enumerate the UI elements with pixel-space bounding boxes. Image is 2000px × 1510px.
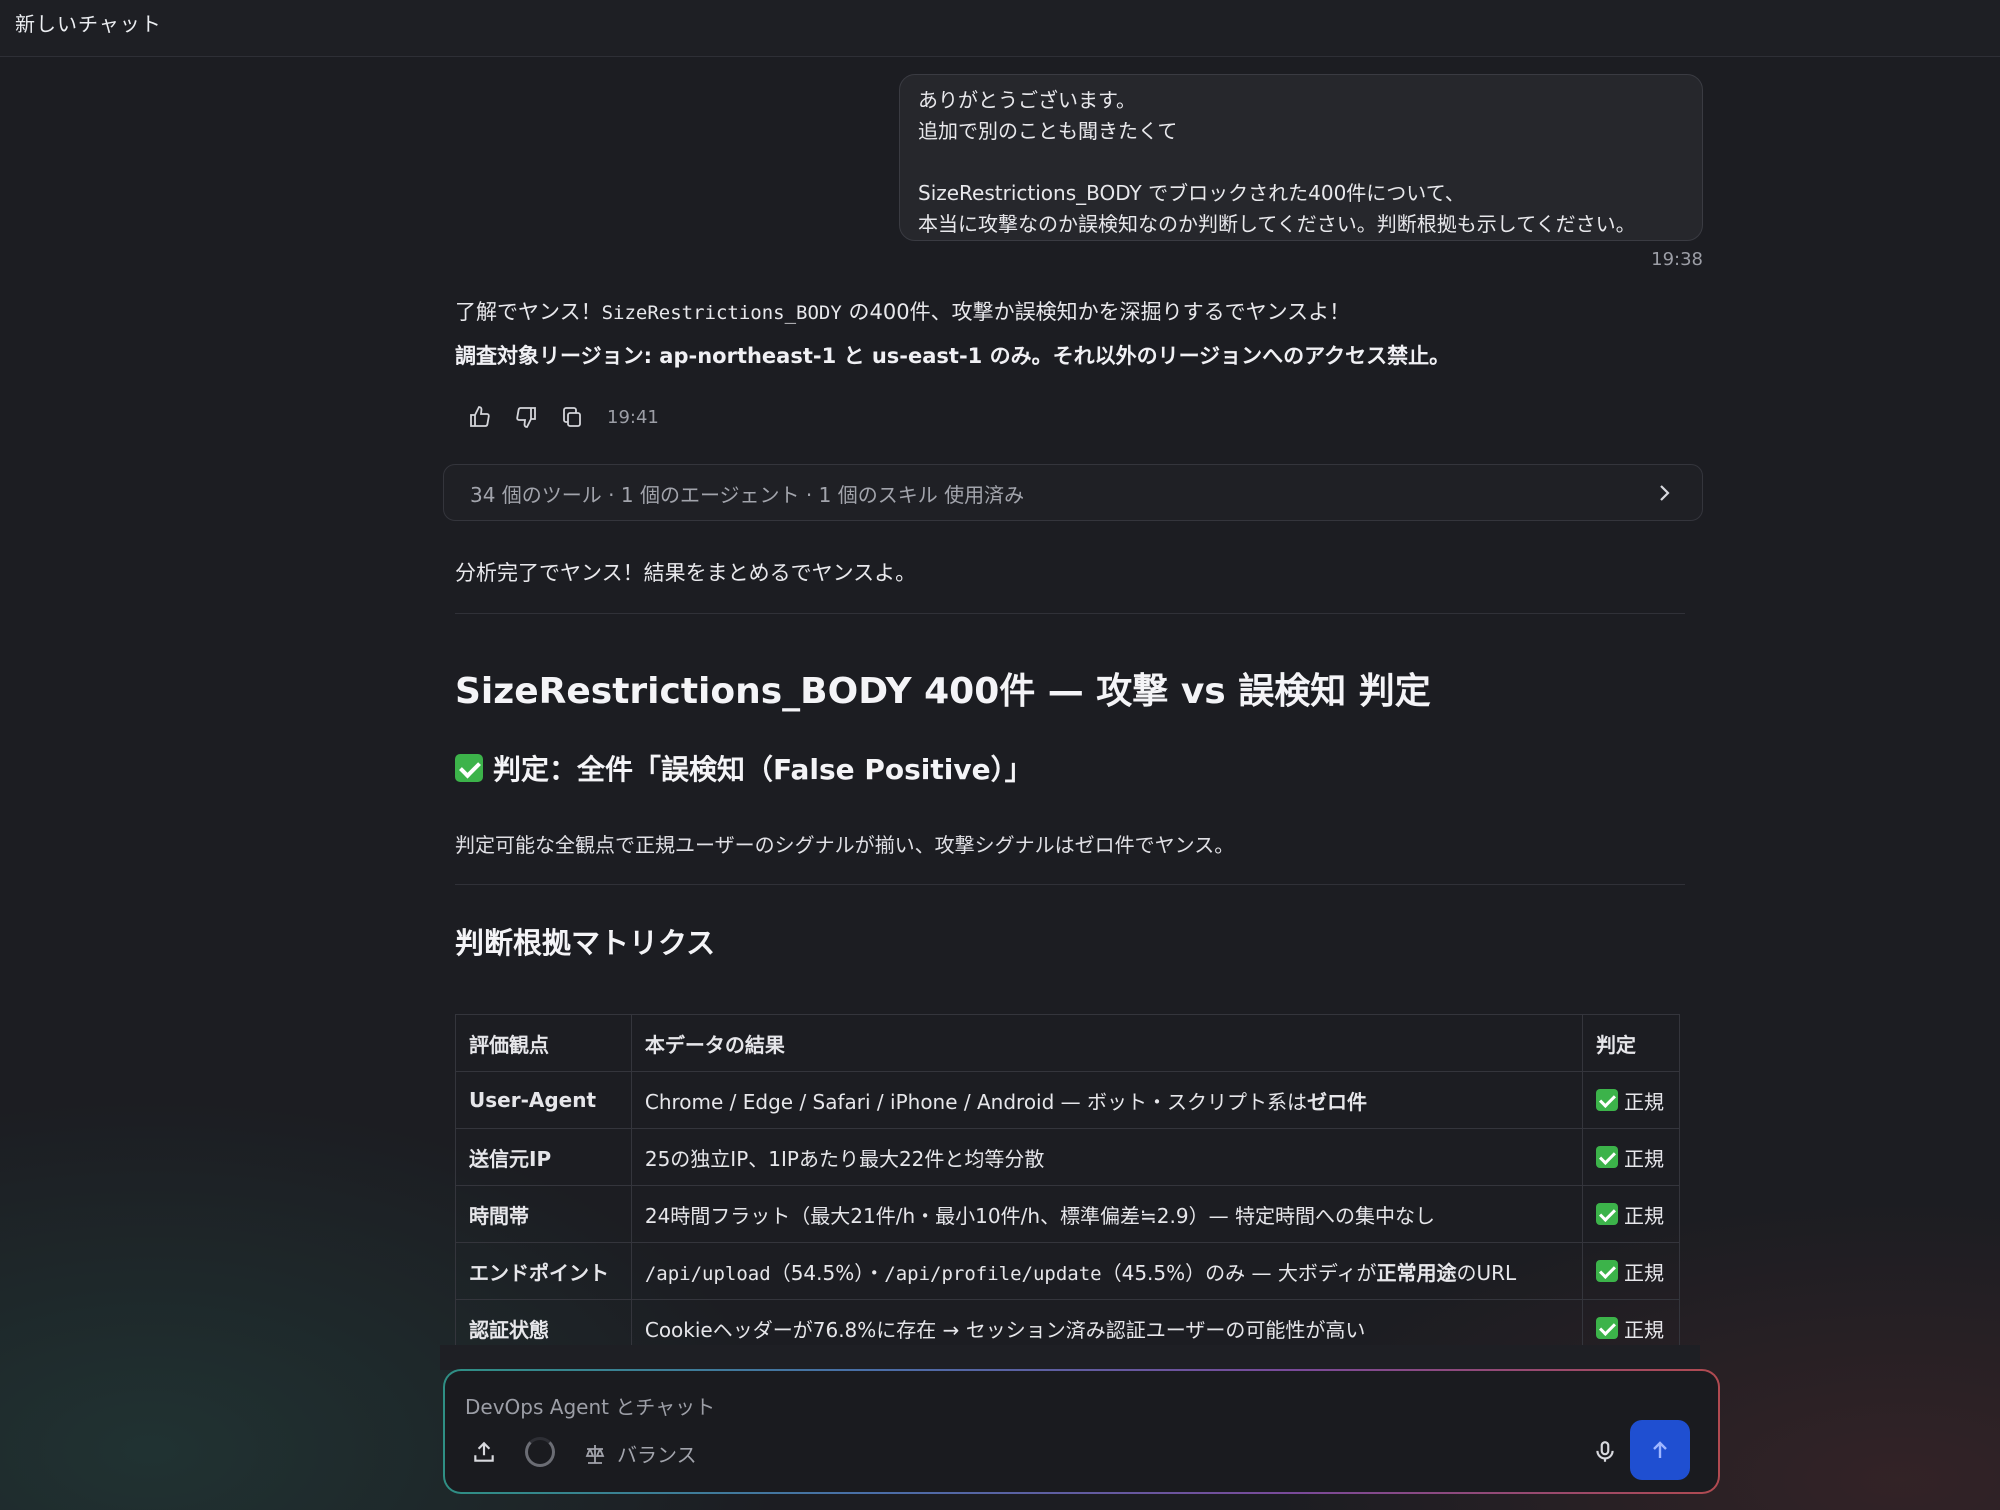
column-header: 本データの結果 — [630, 1014, 1584, 1072]
table-row: エンドポイント /api/upload（54.5%）・/api/profile/… — [455, 1242, 1680, 1300]
check-icon — [455, 754, 483, 782]
verdict-text: 正規 — [1624, 1317, 1665, 1342]
user-message-bubble: ありがとうございます。 追加で別のことも聞きたくて SizeRestrictio… — [899, 74, 1703, 241]
verdict-heading: 判定：全件「誤検知（False Positive）」 — [455, 748, 1033, 788]
row-result: 24時間フラット（最大21件/h・最小10件/h、標準偏差≒2.9）— 特定時間… — [630, 1185, 1584, 1243]
result-text: Chrome / Edge / Safari / iPhone / Androi… — [644, 1089, 1308, 1114]
row-key: User-Agent — [455, 1071, 632, 1129]
result-text: のURL — [1456, 1260, 1517, 1285]
table-header-row: 評価観点 本データの結果 判定 — [455, 1014, 1680, 1072]
row-verdict: 正規 — [1582, 1071, 1680, 1129]
row-key: 時間帯 — [455, 1185, 632, 1243]
table-row: User-Agent Chrome / Edge / Safari / iPho… — [455, 1071, 1680, 1129]
user-message-time: 19:38 — [1651, 249, 1703, 270]
user-message-line: 追加で別のことも聞きたくて — [918, 119, 1178, 143]
divider — [455, 884, 1685, 885]
row-verdict: 正規 — [1582, 1242, 1680, 1300]
chevron-right-icon — [1654, 483, 1674, 503]
chat-composer: DevOps Agent とチャット バランス — [443, 1369, 1720, 1494]
check-icon — [1596, 1203, 1619, 1225]
thumbs-up-icon[interactable] — [463, 400, 497, 434]
intro-text-rest: の400件、攻撃か誤検知かを深掘りするでヤンスよ！ — [841, 300, 1351, 324]
scroll-fade — [440, 1345, 1700, 1370]
microphone-icon[interactable] — [1592, 1439, 1618, 1465]
chat-title: 新しいチャット — [15, 12, 162, 36]
mode-label: バランス — [617, 1443, 697, 1467]
row-verdict: 正規 — [1582, 1185, 1680, 1243]
result-text: （54.5%）・ — [770, 1260, 885, 1285]
result-heading: SizeRestrictions_BODY 400件 — 攻撃 vs 誤検知 判… — [455, 671, 1431, 712]
region-note: 調査対象リージョン: ap-northeast-1 と us-east-1 のみ… — [455, 344, 1451, 368]
user-message-line — [918, 147, 1684, 178]
divider — [455, 613, 1685, 614]
verdict-text: 正規 — [1624, 1203, 1665, 1228]
table-row: 送信元IP 25の独立IP、1IPあたり最大22件と均等分散 正規 — [455, 1128, 1680, 1186]
assistant-intro: 了解でヤンス！SizeRestrictions_BODY の400件、攻撃か誤検… — [455, 296, 1705, 326]
column-header: 評価観点 — [455, 1014, 632, 1072]
verdict-summary: 判定可能な全観点で正規ユーザーのシグナルが揃い、攻撃シグナルはゼロ件でヤンス。 — [455, 833, 1235, 857]
copy-icon[interactable] — [555, 400, 589, 434]
row-result: Chrome / Edge / Safari / iPhone / Androi… — [630, 1071, 1584, 1129]
row-key: 送信元IP — [455, 1128, 632, 1186]
user-message-line: ありがとうございます。 — [918, 88, 1136, 112]
row-verdict: 正規 — [1582, 1128, 1680, 1186]
tools-used-label: 34 個のツール · 1 個のエージェント · 1 個のスキル 使用済み — [470, 483, 1025, 507]
upload-icon[interactable] — [471, 1439, 497, 1465]
mode-selector[interactable]: バランス — [583, 1439, 697, 1468]
analysis-done-text: 分析完了でヤンス！結果をまとめるでヤンスよ。 — [455, 561, 917, 585]
check-icon — [1596, 1089, 1619, 1111]
send-button[interactable] — [1630, 1420, 1690, 1480]
arrow-up-icon — [1653, 1441, 1667, 1458]
result-bold: ゼロ件 — [1307, 1089, 1368, 1114]
check-icon — [1596, 1146, 1619, 1168]
verdict-heading-text: 判定：全件「誤検知（False Positive）」 — [493, 753, 1033, 786]
row-result: 25の独立IP、1IPあたり最大22件と均等分散 — [630, 1128, 1584, 1186]
result-code: /api/upload — [644, 1262, 771, 1285]
user-message-line: 本当に攻撃なのか誤検知なのか判断してください。判断根拠も示してください。 — [918, 212, 1636, 236]
assistant-message-time: 19:41 — [607, 406, 659, 428]
table-row: 時間帯 24時間フラット（最大21件/h・最小10件/h、標準偏差≒2.9）— … — [455, 1185, 1680, 1243]
result-code: /api/profile/update — [884, 1262, 1102, 1285]
user-message-line: SizeRestrictions_BODY でブロックされた400件について、 — [918, 181, 1465, 205]
intro-code: SizeRestrictions_BODY — [601, 302, 842, 324]
row-key: エンドポイント — [455, 1242, 632, 1300]
message-actions: 19:41 — [463, 400, 659, 434]
result-bold: 正常用途 — [1376, 1260, 1457, 1285]
matrix-heading: 判断根拠マトリクス — [455, 926, 716, 960]
verdict-text: 正規 — [1624, 1260, 1665, 1285]
column-header: 判定 — [1582, 1014, 1680, 1072]
chat-input[interactable]: DevOps Agent とチャット — [465, 1391, 715, 1420]
spinner-icon — [525, 1437, 555, 1467]
check-icon — [1596, 1260, 1619, 1282]
evidence-table: 評価観点 本データの結果 判定 User-Agent Chrome / Edge… — [455, 1014, 1680, 1357]
result-text: 25の独立IP、1IPあたり最大22件と均等分散 — [644, 1146, 1045, 1171]
verdict-text: 正規 — [1624, 1146, 1665, 1171]
result-text: Cookieヘッダーが76.8%に存在 → セッション済み認証ユーザーの可能性が… — [644, 1317, 1366, 1342]
scale-icon — [585, 1444, 605, 1464]
check-icon — [1596, 1317, 1619, 1339]
row-result: /api/upload（54.5%）・/api/profile/update（4… — [630, 1242, 1584, 1300]
top-bar: 新しいチャット — [0, 0, 2000, 57]
thumbs-down-icon[interactable] — [509, 400, 543, 434]
tools-used-expander[interactable]: 34 個のツール · 1 個のエージェント · 1 個のスキル 使用済み — [443, 464, 1703, 521]
result-text: （45.5%）のみ — 大ボディが — [1101, 1260, 1377, 1285]
intro-text: 了解でヤンス！ — [455, 300, 602, 324]
verdict-text: 正規 — [1624, 1089, 1665, 1114]
result-text: 24時間フラット（最大21件/h・最小10件/h、標準偏差≒2.9）— 特定時間… — [644, 1203, 1435, 1228]
